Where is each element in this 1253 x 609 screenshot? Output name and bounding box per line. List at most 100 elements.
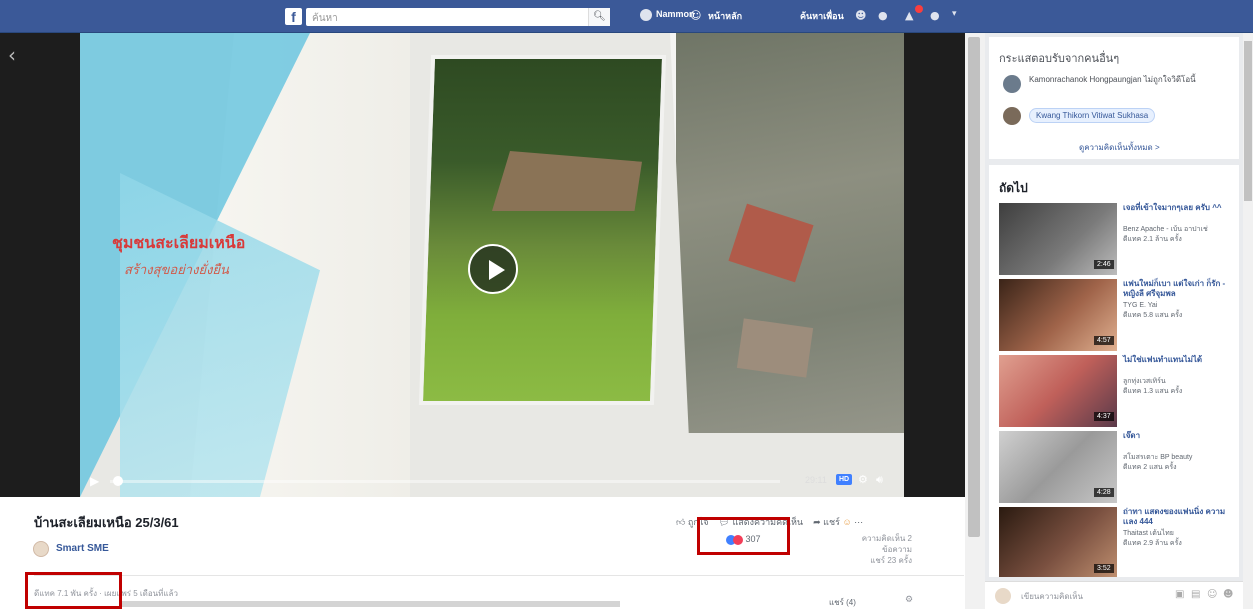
video-title: บ้านสะเลียมเหนือ 25/3/61	[34, 515, 179, 530]
search-icon[interactable]: 🔍︎	[588, 8, 610, 26]
video-channel-name[interactable]: TYG E. Yai	[1123, 302, 1157, 309]
video-channel: TYG E. Yai ดีแทค 5.8 แสน ครั้ง	[1123, 301, 1235, 321]
see-all-comments-link[interactable]: ดูความคิดเห็นทั้งหมด >	[1079, 141, 1160, 154]
gif-icon[interactable]: ▤	[1191, 589, 1200, 600]
video-info-section: บ้านสะเลียมเหนือ 25/3/61 Smart SME 👍︎ ถู…	[0, 497, 965, 609]
play-control-icon[interactable]: ▶	[90, 474, 99, 488]
video-channel-name[interactable]: ลูกทุ่งเวสเทิร์น	[1123, 378, 1166, 385]
progress-bar[interactable]	[110, 480, 780, 483]
video-views: ดีแทค 5.8 แสน ครั้ง	[1123, 312, 1183, 319]
video-duration: 3:52	[1094, 564, 1114, 573]
options-icon[interactable]: ⚙	[905, 595, 913, 605]
video-channel: สโมสรเตาะ BP beauty ดีแทค 2 แสน ครั้ง	[1123, 453, 1235, 473]
video-controls: ▶ 29:11 HD ⚙ 🔊︎	[80, 465, 904, 497]
video-channel-name[interactable]: สโมสรเตาะ BP beauty	[1123, 454, 1192, 461]
divider	[34, 575, 964, 576]
page-name-link[interactable]: Smart SME	[56, 543, 109, 554]
video-title-link[interactable]: แฟนใหม่ก็เบา แต่ใจเก่า ก็รัก - หญิงลี ศร…	[1123, 279, 1235, 299]
highlight-box-views	[25, 572, 122, 609]
like-icon[interactable]: 👍︎	[676, 517, 685, 527]
more-icon[interactable]: ⋯	[854, 517, 863, 527]
feedback-card: กระแสตอบรับจากคนอื่นๆ Kamonrachanok Hong…	[989, 37, 1239, 159]
video-views: ดีแทค 2.1 ล้าน ครั้ง	[1123, 236, 1182, 243]
video-overlay-subtitle: สร้างสุขอย่างยั่งยืน	[124, 262, 229, 277]
hd-button[interactable]: HD	[836, 474, 852, 485]
share-icon[interactable]: ➦	[813, 517, 821, 527]
up-next-video[interactable]: 4:37 ไม่ใช่แฟนทำแทนไม่ได้ ลูกทุ่งเวสเทิร…	[999, 355, 1239, 427]
settings-icon[interactable]: ⚙	[858, 473, 868, 486]
video-title-link[interactable]: ถ่าทา แสดงของแฟนนิ่ง ความเเลง 444	[1123, 507, 1235, 527]
video-views: ดีแทค 2.9 ล้าน ครั้ง	[1123, 540, 1182, 547]
composer-avatar	[995, 588, 1011, 604]
profile-avatar[interactable]	[640, 9, 652, 21]
nav-profile-name[interactable]: Nammon	[656, 9, 695, 19]
volume-icon[interactable]: 🔊︎	[876, 473, 883, 487]
nav-home[interactable]: หน้าหลัก	[708, 9, 742, 23]
comments-count[interactable]: ความคิดเห็น 2 ข้อความ	[847, 533, 912, 555]
video-duration: 4:37	[1094, 412, 1114, 421]
shares-button[interactable]: แชร์ (4)	[829, 596, 856, 609]
sticker-icon[interactable]: ☺	[1207, 589, 1217, 600]
shares-count[interactable]: แชร์ 23 ครั้ง	[847, 555, 912, 566]
camera-icon[interactable]: ▣	[1175, 589, 1184, 600]
video-channel: Thaitast เต้นไทยดีแทค 2.9 ล้าน ครั้ง	[1123, 529, 1235, 549]
video-views: ดีแทค 2 แสน ครั้ง	[1123, 464, 1177, 471]
chevron-down-icon[interactable]: ▾	[952, 9, 965, 22]
reaction-picker-icon[interactable]: ☺	[842, 517, 851, 527]
up-next-video[interactable]: 2:46 เจอที่เข้าใจมากๆเลย ครับ ^^ Benz Ap…	[999, 203, 1239, 275]
video-title-link[interactable]: เจ๊ดา	[1123, 431, 1235, 441]
video-duration: 4:57	[1094, 336, 1114, 345]
messenger-icon[interactable]: ●	[878, 9, 891, 22]
video-views: ดีแทค 1.3 แสน ครั้ง	[1123, 388, 1183, 395]
video-time: 29:11	[805, 475, 827, 485]
video-photo-field	[418, 55, 667, 405]
scrollbar-thumb[interactable]	[1244, 41, 1252, 201]
share-button[interactable]: แชร์	[823, 517, 840, 527]
up-next-heading: ถัดไป	[999, 181, 1028, 195]
highlight-box-reactions	[697, 517, 790, 555]
up-next-video[interactable]: 4:57 แฟนใหม่ก็เบา แต่ใจเก่า ก็รัก - หญิง…	[999, 279, 1239, 351]
scrollbar-thumb[interactable]	[968, 37, 980, 537]
facebook-logo-icon[interactable]: f	[285, 8, 302, 25]
comment-input[interactable]: เขียนความคิดเห็น	[1021, 590, 1083, 603]
back-arrow-icon[interactable]: ‹	[8, 43, 16, 67]
emoji-icon[interactable]: ☻	[1223, 589, 1233, 600]
commenter-avatar[interactable]	[1003, 107, 1021, 125]
up-next-video[interactable]: 4:28 เจ๊ดา สโมสรเตาะ BP beauty ดีแทค 2 แส…	[999, 431, 1239, 503]
video-channel: ลูกทุ่งเวสเทิร์นดีแทค 1.3 แสน ครั้ง	[1123, 377, 1235, 397]
commenter-text[interactable]: Kamonrachanok Hongpaungjan ไม่ถูกใจวิดีโ…	[1029, 75, 1199, 85]
commenter-avatar[interactable]	[1003, 75, 1021, 93]
friend-requests-icon[interactable]: ☻	[855, 9, 868, 22]
right-sidebar: กระแสตอบรับจากคนอื่นๆ Kamonrachanok Hong…	[985, 33, 1243, 609]
video-title-link[interactable]: เจอที่เข้าใจมากๆเลย ครับ ^^	[1123, 203, 1235, 213]
search-input-value: ค้นหา	[312, 13, 338, 24]
video-photo-hut	[492, 151, 642, 211]
play-button[interactable]	[468, 244, 518, 294]
up-next-video[interactable]: 3:52 ถ่าทา แสดงของแฟนนิ่ง ความเเลง 444 T…	[999, 507, 1239, 577]
help-icon[interactable]: ●	[930, 9, 943, 22]
engagement-stats: ความคิดเห็น 2 ข้อความ แชร์ 23 ครั้ง	[847, 533, 912, 566]
progress-knob[interactable]	[113, 476, 123, 486]
video-channel-name[interactable]: Thaitast เต้นไทย	[1123, 530, 1174, 537]
video-duration: 2:46	[1094, 260, 1114, 269]
video-photo-roof	[736, 318, 814, 378]
video-channel: Benz Apache - เบ้น อาปาเช่ดีแทค 2.1 ล้าน…	[1123, 225, 1235, 245]
video-channel-name[interactable]: Benz Apache - เบ้น อาปาเช่	[1123, 226, 1208, 233]
main-scrollbar[interactable]	[965, 33, 985, 609]
video-frame[interactable]: ชุมชนสะเลียมเหนือ สร้างสุขอย่างยั่งยืน	[80, 33, 904, 497]
search-input[interactable]: ค้นหา 🔍︎	[306, 8, 610, 26]
video-title-link[interactable]: ไม่ใช่แฟนทำแทนไม่ได้	[1123, 355, 1235, 365]
feedback-heading: กระแสตอบรับจากคนอื่นๆ	[999, 53, 1120, 65]
sidebar-scrollbar[interactable]	[1243, 33, 1253, 609]
tagged-name-chip[interactable]: Kwang Thikorn Vitiwat Sukhasa	[1029, 108, 1156, 123]
comment-composer[interactable]: เขียนความคิดเห็น ▣ ▤ ☺ ☻	[985, 581, 1243, 609]
top-navigation-bar: f ค้นหา 🔍︎ Nammon ☺ หน้าหลัก ค้นหาเพื่อน…	[0, 0, 1253, 33]
nav-find-friends[interactable]: ค้นหาเพื่อน	[800, 9, 844, 23]
video-player[interactable]: ‹ ชุมชนสะเลียมเหนือ สร้างสุขอย่างยั่งยืน…	[0, 33, 965, 497]
video-duration: 4:28	[1094, 488, 1114, 497]
page-avatar[interactable]	[33, 541, 49, 557]
up-next-card: ถัดไป 2:46 เจอที่เข้าใจมากๆเลย ครับ ^^ B…	[989, 165, 1239, 577]
video-overlay-title: ชุมชนสะเลียมเหนือ	[112, 235, 246, 252]
people-icon[interactable]: ☺	[690, 9, 703, 22]
description-text	[120, 601, 620, 607]
